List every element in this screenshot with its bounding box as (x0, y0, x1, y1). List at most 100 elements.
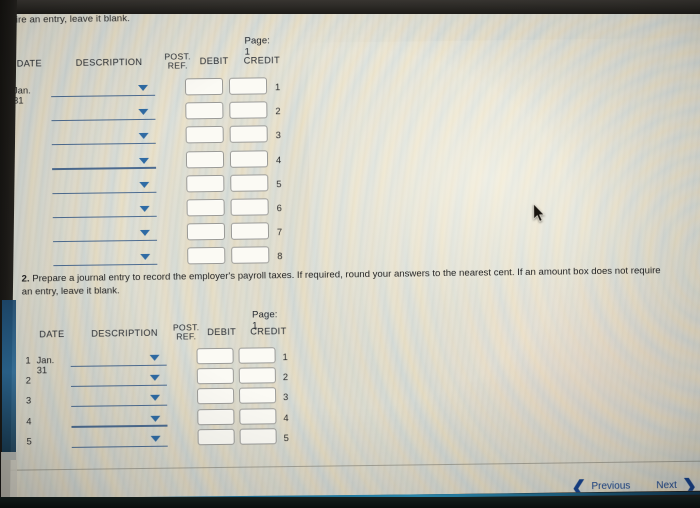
previous-button-label: Previous (591, 480, 631, 493)
journal-row-number-right: 2 (275, 106, 281, 117)
debit-input[interactable] (186, 198, 225, 217)
previous-button[interactable]: ❮ Previous (571, 476, 631, 497)
journal-row-number-left: 4 (26, 416, 32, 427)
description-dropdown[interactable] (71, 391, 168, 408)
credit-input[interactable] (238, 347, 276, 364)
description-dropdown[interactable] (52, 202, 157, 219)
credit-input[interactable] (238, 367, 276, 384)
description-dropdown[interactable] (53, 250, 158, 267)
chevron-down-icon (139, 181, 150, 188)
journal-row-number-right: 3 (283, 392, 289, 403)
debit-input[interactable] (196, 347, 234, 365)
debit-input[interactable] (197, 428, 235, 446)
photo-bezel-bottom (0, 497, 700, 508)
credit-input[interactable] (239, 407, 277, 425)
dropdown-underline (52, 191, 157, 194)
journal1-header-debit: DEBIT (199, 55, 229, 67)
dropdown-underline (52, 215, 157, 219)
credit-input[interactable] (230, 174, 269, 192)
monitor-screen: require an entry, leave it blank. Page: … (0, 0, 700, 500)
journal-row-number-right: 3 (275, 130, 281, 141)
question-2-number: 2. (21, 273, 30, 285)
dropdown-underline (51, 142, 156, 146)
chevron-down-icon (150, 435, 161, 442)
journal2-header-date: DATE (39, 329, 65, 340)
credit-input[interactable] (239, 428, 277, 445)
dropdown-underline (71, 424, 168, 428)
credit-input[interactable] (238, 387, 277, 405)
debit-input[interactable] (185, 150, 225, 168)
screen-photo: require an entry, leave it blank. Page: … (0, 0, 700, 508)
credit-input[interactable] (229, 101, 268, 120)
journal1-header-date: DATE (16, 58, 43, 69)
description-dropdown[interactable] (70, 371, 167, 388)
dropdown-underline (53, 263, 158, 267)
description-dropdown[interactable] (52, 153, 157, 170)
next-button-label: Next (656, 479, 677, 492)
next-button[interactable]: Next ❯ (656, 475, 697, 495)
chevron-down-icon (150, 415, 161, 422)
photo-bezel-top (0, 0, 700, 14)
credit-input[interactable] (229, 125, 268, 144)
journal-row-number-left: 2 (25, 375, 31, 386)
debit-input[interactable] (196, 367, 234, 385)
debit-input[interactable] (186, 223, 226, 241)
description-dropdown[interactable] (52, 178, 157, 194)
credit-input[interactable] (230, 222, 270, 240)
dropdown-underline (51, 118, 156, 122)
description-dropdown[interactable] (53, 226, 158, 243)
credit-input[interactable] (229, 149, 269, 168)
dropdown-underline (71, 445, 168, 448)
journal-row-number-right: 1 (282, 352, 288, 363)
journal1-header-credit: CREDIT (243, 55, 281, 66)
journal-row-number-right: 1 (274, 82, 281, 93)
page-content: require an entry, leave it blank. Page: … (0, 0, 700, 500)
debit-input[interactable] (185, 102, 224, 120)
journal2-header-post-ref-line2: REF. (176, 330, 197, 342)
description-dropdown[interactable] (51, 81, 156, 98)
chevron-down-icon (138, 109, 149, 116)
debit-input[interactable] (185, 126, 224, 144)
description-dropdown[interactable] (51, 105, 156, 122)
journal2-header-post-ref: POST. REF. (171, 322, 201, 342)
dropdown-underline (71, 404, 168, 408)
journal1-header-post-ref: POST. REF. (163, 51, 193, 70)
dropdown-underline (51, 94, 156, 98)
debit-input[interactable] (197, 408, 235, 425)
debit-input[interactable] (197, 388, 235, 405)
description-dropdown[interactable] (70, 351, 167, 367)
credit-input[interactable] (230, 198, 269, 216)
journal-row-number-right: 7 (276, 227, 283, 238)
description-dropdown[interactable] (71, 411, 168, 428)
journal-row-number-left: 3 (25, 395, 32, 406)
debit-input[interactable] (187, 247, 226, 265)
journal-row-number-right: 4 (275, 154, 282, 165)
chevron-left-icon: ❮ (571, 476, 587, 497)
journal-row-number-right: 8 (277, 251, 283, 262)
journal-row-number-right: 5 (276, 178, 282, 190)
footer-divider (6, 460, 700, 471)
photo-bezel-left-accent (2, 300, 16, 460)
chevron-down-icon (149, 374, 160, 382)
journal2-header-description: DESCRIPTION (91, 327, 158, 339)
credit-input[interactable] (228, 77, 268, 95)
journal2-header-debit: DEBIT (207, 326, 237, 338)
journal2-header-credit: CREDIT (250, 326, 287, 337)
chevron-down-icon (138, 84, 149, 92)
journal-row-number-right: 2 (282, 372, 289, 383)
debit-input[interactable] (186, 174, 225, 193)
chevron-down-icon (150, 395, 161, 402)
description-dropdown[interactable] (51, 129, 156, 146)
journal-row-number-right: 5 (283, 432, 289, 443)
journal-row-date: Jan. 31 (36, 355, 55, 376)
description-dropdown[interactable] (71, 431, 168, 448)
chevron-down-icon (138, 133, 149, 140)
debit-input[interactable] (184, 77, 224, 96)
credit-input[interactable] (231, 246, 270, 265)
journal1-page-label: Page: 1 (244, 35, 271, 58)
chevron-down-icon (138, 157, 150, 164)
journal-row-number-left: 5 (26, 436, 32, 447)
chevron-down-icon (140, 254, 151, 261)
question-2-text: Prepare a journal entry to record the em… (21, 265, 661, 298)
journal-row-number-right: 6 (276, 203, 282, 214)
